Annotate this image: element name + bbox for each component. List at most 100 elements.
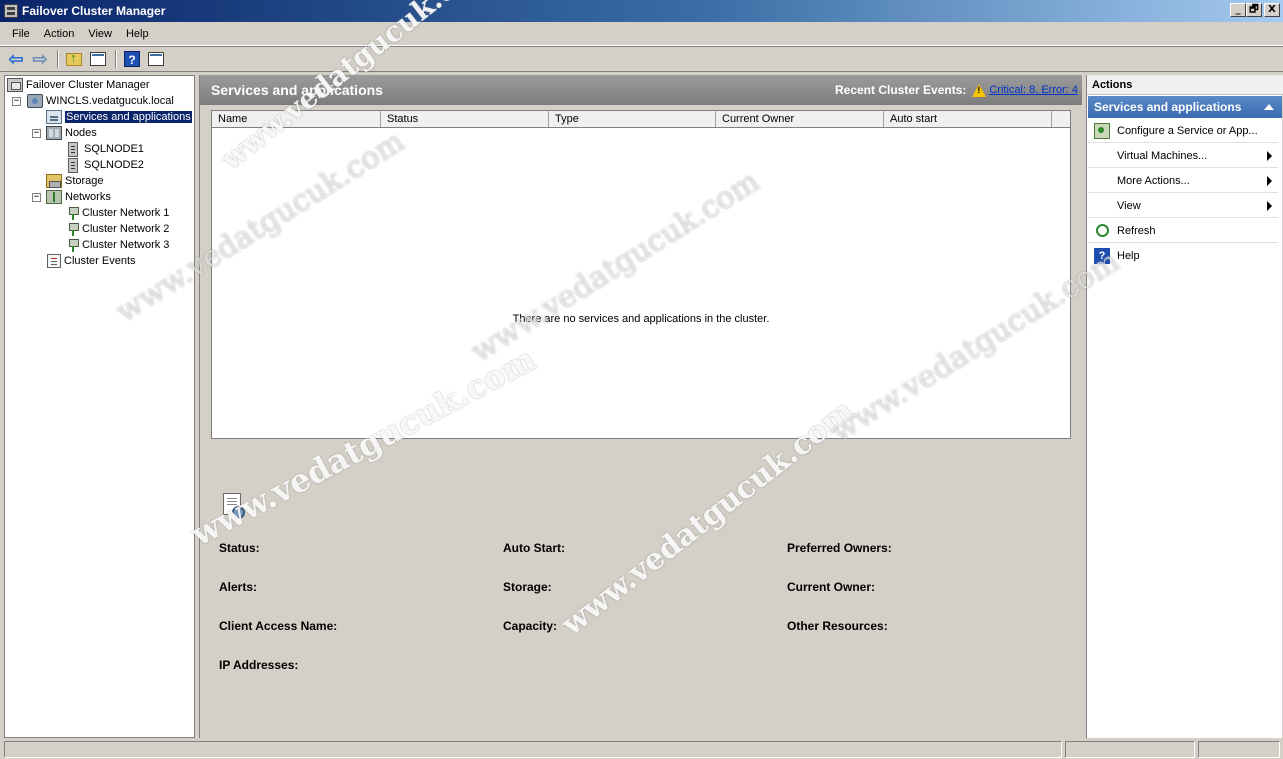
window-title: Failover Cluster Manager <box>22 4 166 18</box>
forward-arrow-icon: ⇨ <box>32 49 48 69</box>
submenu-arrow-icon <box>1267 151 1272 161</box>
results-pane: Services and applications Recent Cluster… <box>199 75 1082 738</box>
detail-auto-start-label: Auto Start: <box>503 541 565 555</box>
tree-label-storage: Storage <box>65 175 104 187</box>
tree-item-sqlnode1[interactable]: SQLNODE1 <box>65 141 144 157</box>
action-label: Help <box>1117 250 1140 262</box>
action-configure-service[interactable]: Configure a Service or App... <box>1088 119 1278 143</box>
tree-item-root[interactable]: Failover Cluster Manager <box>7 77 150 93</box>
collapse-networks-toggle[interactable]: − <box>32 193 41 202</box>
tree-label-network1: Cluster Network 1 <box>82 207 170 219</box>
action-label: Virtual Machines... <box>1117 149 1208 162</box>
submenu-arrow-icon <box>1267 176 1272 186</box>
title-bar: Failover Cluster Manager _ 🗗 X <box>0 0 1283 22</box>
status-panel-3 <box>1198 741 1280 758</box>
results-header: Services and applications Recent Cluster… <box>200 75 1082 105</box>
detail-storage-label: Storage: <box>503 580 552 594</box>
tree-item-services[interactable]: Services and applications <box>46 109 192 125</box>
tree-label-root: Failover Cluster Manager <box>26 79 150 91</box>
menu-action[interactable]: Action <box>37 28 82 40</box>
cluster-manager-icon <box>4 4 18 18</box>
tree-item-events[interactable]: Cluster Events <box>47 253 136 269</box>
tree-label-nodes: Nodes <box>65 127 97 139</box>
tree-label-networks: Networks <box>65 191 111 203</box>
action-view[interactable]: View <box>1088 194 1278 218</box>
page-title: Services and applications <box>211 82 383 98</box>
action-refresh[interactable]: Refresh <box>1088 219 1278 243</box>
services-list[interactable]: Name Status Type Current Owner Auto star… <box>211 110 1071 439</box>
show-console-tree-button[interactable] <box>87 49 109 69</box>
toolbar-separator <box>57 50 59 68</box>
network-icon <box>67 238 79 252</box>
menu-bar: File Action View Help <box>0 22 1283 46</box>
tree-item-nodes[interactable]: Nodes <box>46 125 97 141</box>
server-icon <box>68 141 78 157</box>
action-virtual-machines[interactable]: Virtual Machines... <box>1088 144 1278 168</box>
tree-item-network1[interactable]: Cluster Network 1 <box>67 205 169 221</box>
tree-item-storage[interactable]: Storage <box>46 173 104 189</box>
collapse-up-icon[interactable] <box>1264 104 1274 110</box>
column-header-name[interactable]: Name <box>212 111 381 127</box>
tree-item-network2[interactable]: Cluster Network 2 <box>67 221 169 237</box>
list-header: Name Status Type Current Owner Auto star… <box>212 111 1070 128</box>
action-more-actions[interactable]: More Actions... <box>1088 169 1278 193</box>
cluster-icon <box>27 94 43 108</box>
back-button[interactable]: ⇦ <box>5 49 27 69</box>
storage-icon <box>46 174 62 188</box>
collapse-cluster-toggle[interactable]: − <box>12 97 21 106</box>
tree-label-network3: Cluster Network 3 <box>82 239 170 251</box>
help-icon: ? <box>1094 248 1110 264</box>
column-header-auto-start[interactable]: Auto start <box>884 111 1052 127</box>
recent-events-link[interactable]: Critical: 8, Error: 4 <box>989 84 1078 96</box>
back-arrow-icon: ⇦ <box>8 49 24 69</box>
actions-section-label: Services and applications <box>1094 100 1242 114</box>
restore-button[interactable]: 🗗 <box>1246 3 1262 17</box>
column-header-status[interactable]: Status <box>381 111 549 127</box>
tree-label-sqlnode1: SQLNODE1 <box>84 143 144 155</box>
refresh-icon <box>1096 224 1109 237</box>
detail-status-label: Status: <box>219 541 260 555</box>
tree-label-network2: Cluster Network 2 <box>82 223 170 235</box>
menu-view[interactable]: View <box>81 28 119 40</box>
action-label: View <box>1117 199 1141 212</box>
cluster-manager-icon <box>7 78 23 92</box>
forward-button[interactable]: ⇨ <box>29 49 51 69</box>
gear-icon <box>232 506 245 519</box>
up-folder-icon <box>66 50 82 66</box>
close-button[interactable]: X <box>1264 3 1280 17</box>
recent-cluster-events: Recent Cluster Events: Critical: 8, Erro… <box>835 83 1078 97</box>
up-one-level-button[interactable] <box>63 49 85 69</box>
tree-label-events: Cluster Events <box>64 255 136 267</box>
tree-item-networks[interactable]: Networks <box>46 189 111 205</box>
toolbar-separator <box>115 50 117 68</box>
action-help[interactable]: ? Help <box>1088 244 1278 268</box>
tree-item-cluster[interactable]: WINCLS.vedatgucuk.local <box>27 93 174 109</box>
show-action-pane-button[interactable] <box>145 49 167 69</box>
menu-file[interactable]: File <box>5 28 37 40</box>
status-bar <box>0 740 1283 759</box>
column-header-current-owner[interactable]: Current Owner <box>716 111 884 127</box>
menu-help[interactable]: Help <box>119 28 156 40</box>
action-pane-icon <box>148 52 164 66</box>
column-header-type[interactable]: Type <box>549 111 716 127</box>
minimize-button[interactable]: _ <box>1230 3 1246 17</box>
help-icon: ? <box>124 51 140 67</box>
status-panel-2 <box>1065 741 1195 758</box>
detail-preferred-owners-label: Preferred Owners: <box>787 541 892 555</box>
network-icon <box>67 206 79 220</box>
tree-item-sqlnode2[interactable]: SQLNODE2 <box>65 157 144 173</box>
network-icon <box>67 222 79 236</box>
collapse-nodes-toggle[interactable]: − <box>32 129 41 138</box>
help-toolbar-button[interactable]: ? <box>121 49 143 69</box>
action-label: Configure a Service or App... <box>1117 124 1258 137</box>
actions-section-header[interactable]: Services and applications <box>1088 96 1282 118</box>
detail-client-access-name-label: Client Access Name: <box>219 619 338 633</box>
actions-pane: Actions Services and applications Config… <box>1086 75 1283 738</box>
tree-label-sqlnode2: SQLNODE2 <box>84 159 144 171</box>
tree-item-network3[interactable]: Cluster Network 3 <box>67 237 169 253</box>
warning-icon <box>972 83 987 97</box>
status-panel-main <box>4 741 1062 758</box>
tree-label-cluster: WINCLS.vedatgucuk.local <box>46 95 174 107</box>
tree-label-services: Services and applications <box>65 111 192 123</box>
submenu-arrow-icon <box>1267 201 1272 211</box>
